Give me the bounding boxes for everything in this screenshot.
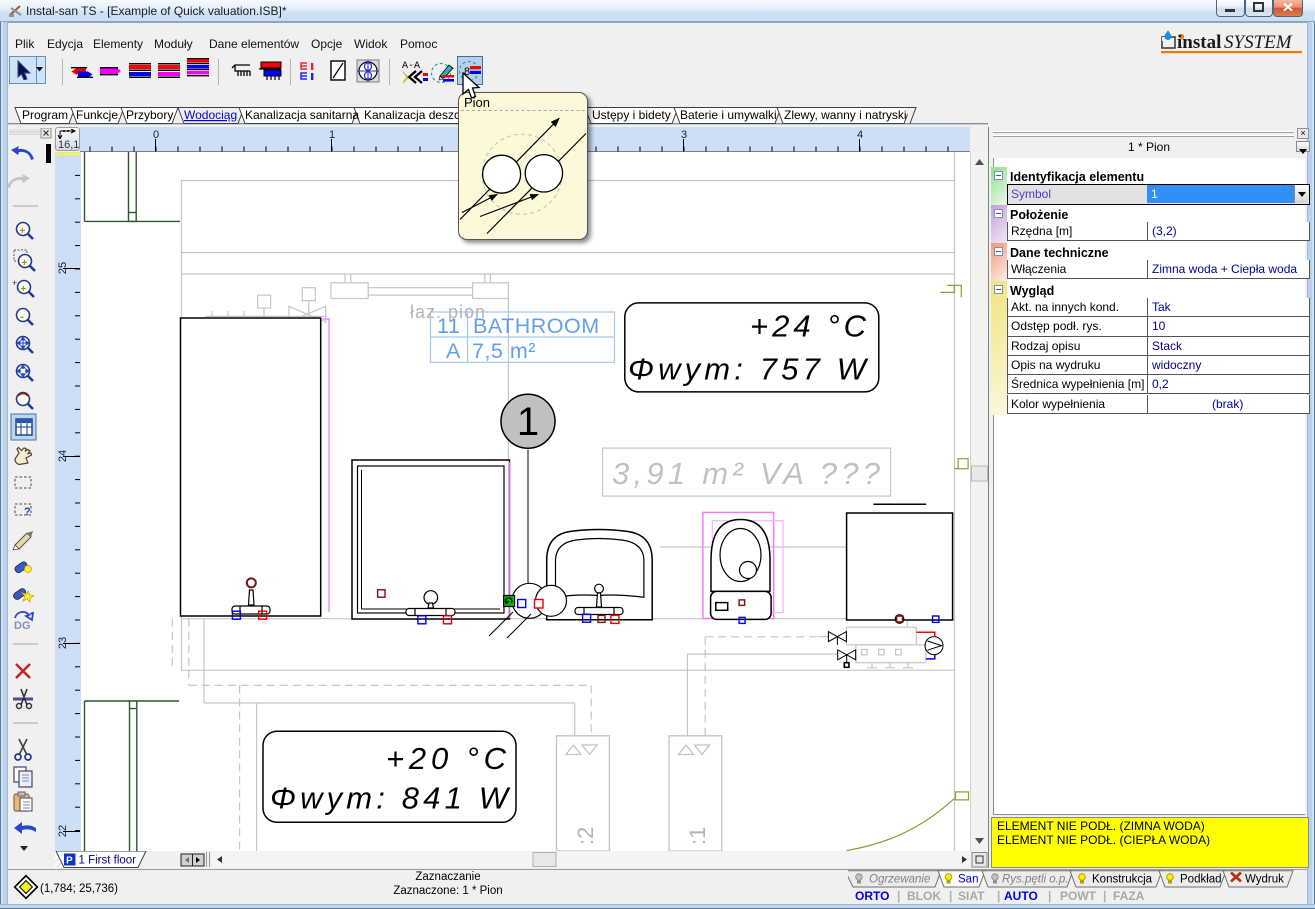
svg-text:DG: DG — [14, 620, 31, 632]
svg-text:+: + — [21, 284, 27, 295]
svg-text:Zlewy, wanny i natryski: Zlewy, wanny i natryski — [784, 108, 906, 122]
svg-text:7,5 m²: 7,5 m² — [472, 339, 536, 363]
svg-text:Program: Program — [22, 108, 68, 122]
svg-text:BATHROOM: BATHROOM — [473, 314, 600, 338]
svg-text:24: 24 — [57, 450, 69, 462]
svg-text:Funkcje: Funkcje — [76, 108, 118, 122]
svg-text:+: + — [22, 258, 28, 269]
svg-text:3,91 m² VA ???: 3,91 m² VA ??? — [612, 456, 881, 491]
svg-text:23: 23 — [57, 637, 69, 649]
svg-text:Konstrukcja: Konstrukcja — [1092, 874, 1153, 886]
svg-text:1: 1 — [329, 129, 335, 141]
svg-text:instal: instal — [1177, 32, 1221, 53]
svg-text:P: P — [66, 856, 73, 867]
svg-text:+: + — [12, 278, 17, 288]
svg-text:Wodociąg: Wodociąg — [184, 108, 237, 122]
svg-text:A: A — [446, 339, 461, 363]
svg-text:1: 1 — [517, 400, 539, 444]
svg-text:+20 °C: +20 °C — [386, 741, 507, 776]
svg-text:łaz. pion: łaz. pion — [410, 302, 486, 322]
svg-text:Podkład: Podkład — [1180, 874, 1222, 886]
svg-text:Rys.pętli o.p.: Rys.pętli o.p. — [1002, 874, 1068, 886]
svg-text::2: :2 — [573, 827, 598, 845]
svg-text:Kanalizacja sanitarna: Kanalizacja sanitarna — [245, 108, 359, 122]
svg-text:-: - — [20, 311, 24, 323]
svg-text:Wydruk: Wydruk — [1245, 874, 1284, 886]
svg-text:SYSTEM: SYSTEM — [1224, 32, 1293, 53]
svg-text:+: + — [20, 226, 26, 237]
svg-text:?: ? — [24, 506, 31, 518]
svg-text:0: 0 — [153, 129, 159, 141]
svg-text:1 First floor: 1 First floor — [79, 855, 137, 867]
svg-text:San: San — [958, 874, 978, 886]
svg-text:Baterie i umywalki: Baterie i umywalki — [680, 108, 777, 122]
svg-text:A-A: A-A — [402, 61, 420, 72]
svg-text:3: 3 — [681, 129, 687, 141]
svg-text:Przybory: Przybory — [126, 108, 173, 122]
svg-text:Kanalizacja deszcz: Kanalizacja deszcz — [364, 108, 466, 122]
svg-text:Ogrzewanie: Ogrzewanie — [869, 874, 930, 886]
svg-text:22: 22 — [57, 825, 69, 837]
svg-text:25: 25 — [57, 262, 69, 274]
svg-text::1: :1 — [685, 827, 710, 845]
svg-text:4: 4 — [857, 129, 863, 141]
svg-text:Ustępy i bidety: Ustępy i bidety — [592, 108, 671, 122]
svg-text:+24 °C: +24 °C — [750, 309, 867, 344]
